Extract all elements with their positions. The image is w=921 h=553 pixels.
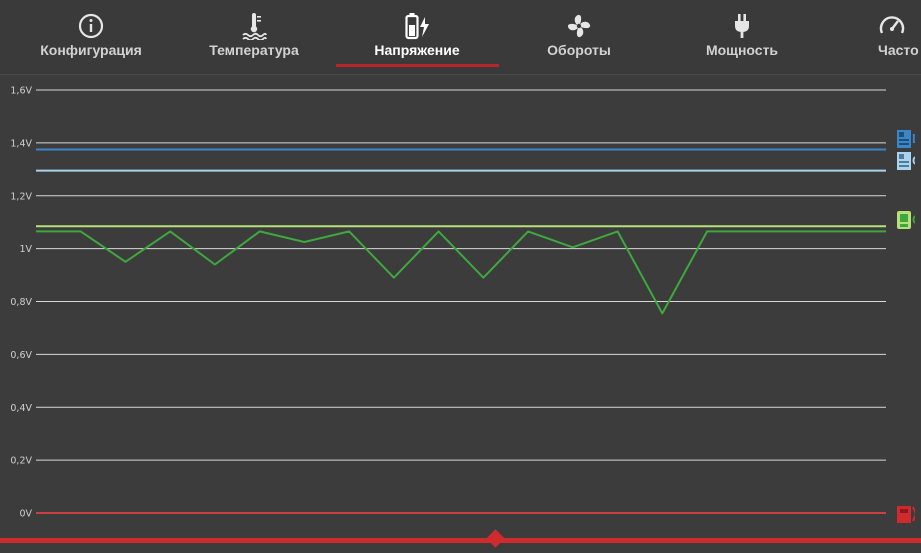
legend-green-1-label: G — [912, 212, 915, 227]
tab-voltage[interactable]: Напряжение — [360, 0, 474, 70]
tab-power-label: Мощность — [705, 42, 779, 58]
y-tick-label: 0,4V — [10, 403, 32, 414]
tab-temperature[interactable]: Температура — [196, 0, 312, 70]
y-tick-label: 1,6V — [10, 86, 32, 97]
legend-green-1[interactable]: G — [897, 211, 915, 229]
tab-power[interactable]: Мощность — [694, 0, 790, 70]
legend-red-1[interactable] — [897, 505, 915, 523]
y-tick-label: 0,2V — [10, 456, 32, 467]
fan-icon — [567, 14, 591, 38]
tab-frequency[interactable]: Часто — [866, 0, 921, 70]
plug-icon — [735, 14, 749, 38]
tab-rpm-label: Обороты — [547, 42, 611, 58]
battery-icon — [897, 506, 915, 523]
tab-voltage-label: Напряжение — [374, 42, 460, 58]
y-tick-label: 1,2V — [10, 191, 32, 202]
tab-rpm[interactable]: Обороты — [530, 0, 628, 70]
tab-bar: Конфигурация Температура Напряжение Обор… — [0, 0, 921, 75]
battery-bolt-icon — [405, 13, 429, 40]
active-tab-indicator — [336, 64, 499, 67]
legend-blue-1-label: D — [912, 131, 915, 146]
y-tick-label: 1V — [19, 244, 32, 255]
voltage-chart-svg: 1,6V 1,4V 1,2V 1V 0,8V 0,6V 0,4V 0,2V 0V — [10, 86, 886, 520]
timeline-track[interactable] — [0, 538, 921, 543]
y-tick-label: 0,6V — [10, 350, 32, 361]
y-tick-label: 0,8V — [10, 297, 32, 308]
tab-frequency-label: Часто — [878, 42, 919, 58]
tab-configuration[interactable]: Конфигурация — [30, 0, 152, 70]
legend-blue-2[interactable]: C — [897, 152, 915, 170]
tab-configuration-label: Конфигурация — [40, 42, 142, 58]
gauge-icon — [879, 16, 905, 34]
legend-blue-1[interactable]: D — [897, 130, 915, 148]
timeline-scrubber[interactable] — [0, 529, 921, 553]
y-tick-label: 0V — [19, 509, 32, 520]
voltage-chart: 1,6V 1,4V 1,2V 1V 0,8V 0,6V 0,4V 0,2V 0V — [0, 75, 921, 535]
legend-blue-2-label: C — [912, 153, 915, 168]
y-tick-label: 1,4V — [10, 138, 32, 149]
voltage-monitor-app: Конфигурация Температура Напряжение Обор… — [0, 0, 921, 553]
info-icon — [78, 13, 104, 39]
thermometer-icon — [242, 13, 267, 40]
tab-temperature-label: Температура — [209, 42, 299, 58]
